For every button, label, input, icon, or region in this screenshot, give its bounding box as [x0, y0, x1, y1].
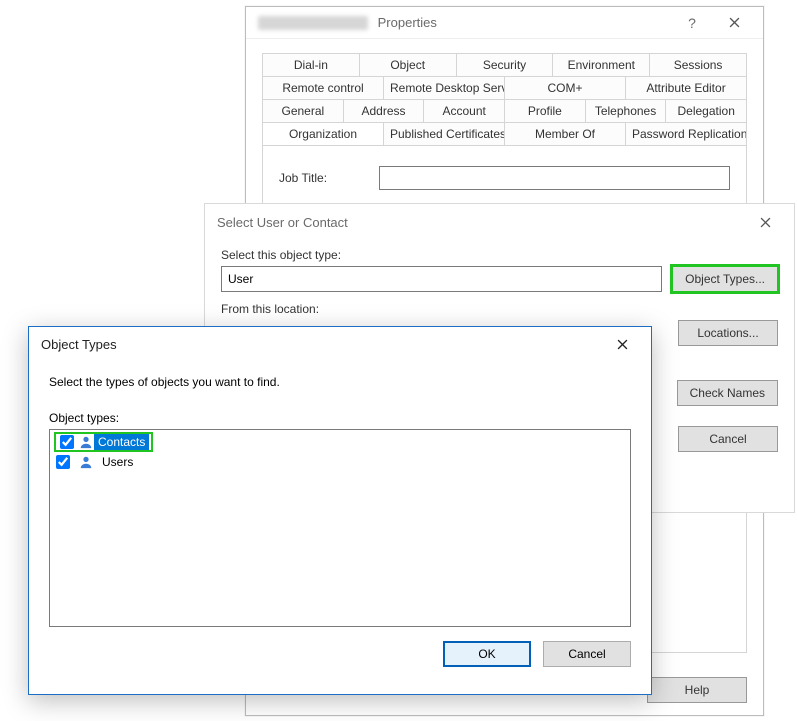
object-type-value: User	[221, 266, 662, 292]
tab-organization[interactable]: Organization	[263, 123, 384, 145]
tab-com-[interactable]: COM+	[505, 77, 626, 100]
object-types-listbox[interactable]: Contacts Users	[49, 429, 631, 627]
tab-address[interactable]: Address	[344, 100, 425, 123]
from-location-label: From this location:	[221, 302, 778, 316]
object-types-titlebar: Object Types	[29, 327, 651, 361]
tab-sessions[interactable]: Sessions	[650, 54, 746, 77]
tab-remote-desktop-services-profile[interactable]: Remote Desktop Services Profile	[384, 77, 505, 100]
tab-delegation[interactable]: Delegation	[666, 100, 746, 123]
help-button-bottom[interactable]: Help	[647, 677, 747, 703]
properties-title-suffix: Properties	[378, 15, 437, 30]
tab-general[interactable]: General	[263, 100, 344, 123]
tab-remote-control[interactable]: Remote control	[263, 77, 384, 100]
list-item-label: Users	[98, 454, 137, 470]
tab-security[interactable]: Security	[457, 54, 554, 77]
cancel-button[interactable]: Cancel	[543, 641, 631, 667]
object-types-prompt: Select the types of objects you want to …	[49, 375, 631, 389]
tab-password-replication[interactable]: Password Replication	[626, 123, 746, 145]
checkbox-users[interactable]	[56, 455, 70, 469]
close-icon[interactable]	[744, 208, 786, 236]
properties-titlebar: Properties ?	[246, 7, 763, 39]
redacted-name	[258, 16, 368, 30]
select-dialog-title: Select User or Contact	[217, 215, 744, 230]
tab-dial-in[interactable]: Dial-in	[263, 54, 360, 77]
close-icon[interactable]	[601, 330, 643, 358]
cancel-button[interactable]: Cancel	[678, 426, 778, 452]
object-types-list-label: Object types:	[49, 411, 631, 425]
person-icon	[78, 434, 94, 450]
tab-attribute-editor[interactable]: Attribute Editor	[626, 77, 746, 100]
tab-account[interactable]: Account	[424, 100, 505, 123]
ok-button[interactable]: OK	[443, 641, 531, 667]
properties-tab-rows: Dial-inObjectSecurityEnvironmentSessions…	[263, 54, 746, 146]
list-item-label: Contacts	[94, 434, 149, 450]
tab-profile[interactable]: Profile	[505, 100, 586, 123]
tab-environment[interactable]: Environment	[553, 54, 650, 77]
check-names-button[interactable]: Check Names	[677, 380, 778, 406]
tab-object[interactable]: Object	[360, 54, 457, 77]
help-button[interactable]: ?	[671, 9, 713, 37]
tab-telephones[interactable]: Telephones	[586, 100, 667, 123]
checkbox-contacts[interactable]	[60, 435, 74, 449]
select-dialog-titlebar: Select User or Contact	[205, 204, 794, 240]
list-item-contacts[interactable]: Contacts	[52, 432, 628, 452]
locations-button[interactable]: Locations...	[678, 320, 778, 346]
tab-published-certificates[interactable]: Published Certificates	[384, 123, 505, 145]
list-item-users[interactable]: Users	[52, 452, 628, 472]
object-types-button[interactable]: Object Types...	[672, 266, 778, 292]
properties-title: Properties	[258, 15, 671, 31]
close-icon[interactable]	[713, 9, 755, 37]
job-title-input[interactable]	[379, 166, 730, 190]
object-type-label: Select this object type:	[221, 248, 778, 262]
tab-member-of[interactable]: Member Of	[505, 123, 626, 145]
object-types-title: Object Types	[41, 337, 601, 352]
object-types-dialog: Object Types Select the types of objects…	[28, 326, 652, 695]
job-title-label: Job Title:	[279, 171, 379, 185]
person-icon	[78, 454, 94, 470]
